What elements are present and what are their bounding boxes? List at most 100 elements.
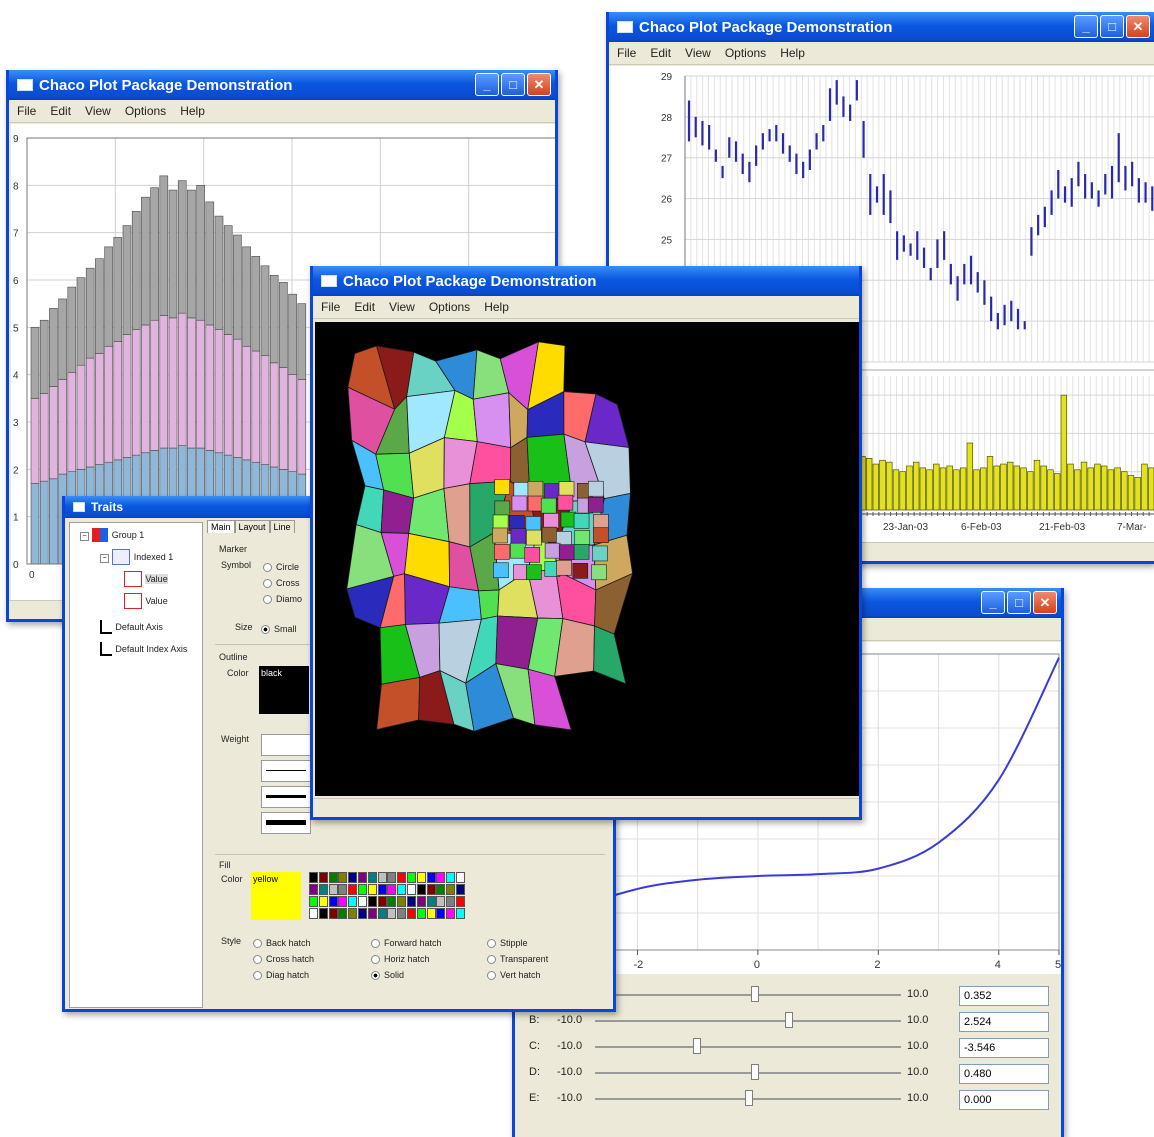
palette-swatch[interactable] (416, 908, 426, 919)
style-stipple[interactable]: Stipple (487, 938, 528, 949)
expand-minus-icon[interactable]: − (100, 554, 109, 564)
palette-swatch[interactable] (367, 872, 377, 883)
palette-swatch[interactable] (456, 884, 465, 895)
menu-file[interactable]: File (617, 46, 636, 60)
symbol-option-circle[interactable]: Circle (263, 562, 299, 573)
value-field[interactable]: 2.524 (959, 1012, 1049, 1032)
menu-file[interactable]: File (17, 104, 36, 118)
palette-swatch[interactable] (367, 908, 377, 919)
tree-node-indexed[interactable]: − Indexed 1 (100, 549, 173, 565)
palette-swatch[interactable] (309, 908, 318, 919)
value-field[interactable]: -3.546 (959, 1038, 1049, 1058)
palette-swatch[interactable] (436, 884, 446, 895)
symbol-option-diamond[interactable]: Diamo (263, 594, 302, 605)
close-button[interactable]: ✕ (527, 73, 551, 96)
radio-selected-icon[interactable] (261, 625, 270, 635)
palette-swatch[interactable] (377, 884, 387, 895)
style-cross-hatch[interactable]: Cross hatch (253, 954, 314, 965)
palette-swatch[interactable] (338, 908, 348, 919)
palette-swatch[interactable] (436, 908, 446, 919)
palette-swatch[interactable] (397, 884, 407, 895)
radio-icon[interactable] (253, 939, 262, 949)
palette-swatch[interactable] (456, 908, 465, 919)
menu-view[interactable]: View (685, 46, 711, 60)
expand-minus-icon[interactable]: − (80, 532, 89, 541)
palette-swatch[interactable] (426, 908, 436, 919)
value-field[interactable]: 0.000 (959, 1090, 1049, 1110)
slider-track[interactable] (595, 994, 901, 996)
palette-swatch[interactable] (328, 896, 338, 907)
value-field[interactable]: 0.352 (959, 986, 1049, 1006)
minimize-button[interactable]: _ (475, 73, 499, 96)
palette-swatch[interactable] (416, 896, 426, 907)
value-field[interactable]: 0.480 (959, 1064, 1049, 1084)
menu-help[interactable]: Help (484, 300, 509, 314)
style-horiz-hatch[interactable]: Horiz hatch (371, 954, 430, 965)
radio-icon[interactable] (253, 955, 262, 965)
palette-swatch[interactable] (348, 908, 358, 919)
palette-swatch[interactable] (318, 896, 328, 907)
slider-thumb[interactable] (751, 986, 760, 1002)
palette-swatch[interactable] (436, 872, 446, 883)
symbol-option-cross[interactable]: Cross (263, 578, 300, 589)
maximize-button[interactable]: □ (1007, 591, 1031, 614)
palette-swatch[interactable] (377, 908, 387, 919)
menu-file[interactable]: File (321, 300, 340, 314)
style-forward-hatch[interactable]: Forward hatch (371, 938, 442, 949)
weight-option-4[interactable] (261, 812, 311, 834)
palette-swatch[interactable] (456, 896, 465, 907)
slider-track[interactable] (595, 1046, 901, 1048)
style-solid[interactable]: Solid (371, 970, 404, 981)
style-transparent[interactable]: Transparent (487, 954, 548, 965)
palette-swatch[interactable] (309, 872, 318, 883)
palette-swatch[interactable] (348, 872, 358, 883)
palette-swatch[interactable] (309, 896, 318, 907)
palette-swatch[interactable] (328, 872, 338, 883)
tree-node-value-2[interactable]: Value (124, 593, 168, 609)
palette-swatch[interactable] (348, 896, 358, 907)
style-diag-hatch[interactable]: Diag hatch (253, 970, 309, 981)
palette-swatch[interactable] (318, 884, 328, 895)
palette-swatch[interactable] (328, 908, 338, 919)
maximize-button[interactable]: □ (501, 73, 525, 96)
palette-swatch[interactable] (377, 896, 387, 907)
menu-edit[interactable]: Edit (650, 46, 671, 60)
outline-color-swatch[interactable]: black (259, 666, 309, 714)
palette-swatch[interactable] (416, 872, 426, 883)
menu-edit[interactable]: Edit (354, 300, 375, 314)
color-palette[interactable] (309, 872, 467, 920)
palette-swatch[interactable] (387, 884, 397, 895)
menu-view[interactable]: View (389, 300, 415, 314)
slider-track[interactable] (595, 1072, 901, 1074)
palette-swatch[interactable] (348, 884, 358, 895)
menu-options[interactable]: Options (429, 300, 470, 314)
palette-swatch[interactable] (446, 908, 456, 919)
palette-swatch[interactable] (407, 872, 416, 883)
palette-swatch[interactable] (358, 884, 367, 895)
palette-swatch[interactable] (318, 872, 328, 883)
slider-thumb[interactable] (751, 1064, 760, 1080)
palette-swatch[interactable] (338, 896, 348, 907)
palette-swatch[interactable] (397, 908, 407, 919)
minimize-button[interactable]: _ (1074, 15, 1098, 38)
palette-swatch[interactable] (446, 872, 456, 883)
palette-swatch[interactable] (318, 908, 328, 919)
tree-node-axis[interactable]: Default Axis (100, 619, 163, 634)
minimize-button[interactable]: _ (981, 591, 1005, 614)
tree-node-index-axis[interactable]: Default Index Axis (100, 641, 187, 656)
weight-option-2[interactable] (261, 760, 311, 782)
menu-edit[interactable]: Edit (50, 104, 71, 118)
radio-icon[interactable] (263, 579, 272, 589)
tab-main[interactable]: Main (207, 520, 235, 533)
palette-swatch[interactable] (358, 908, 367, 919)
slider-thumb[interactable] (692, 1038, 701, 1054)
palette-swatch[interactable] (426, 872, 436, 883)
title-bar[interactable]: Chaco Plot Package Demonstration _ □ ✕ (609, 12, 1154, 42)
menu-help[interactable]: Help (780, 46, 805, 60)
radio-icon[interactable] (263, 595, 272, 605)
palette-swatch[interactable] (407, 908, 416, 919)
radio-icon[interactable] (487, 971, 496, 981)
radio-icon[interactable] (371, 955, 380, 965)
tab-line[interactable]: Line (269, 520, 295, 533)
palette-swatch[interactable] (446, 896, 456, 907)
